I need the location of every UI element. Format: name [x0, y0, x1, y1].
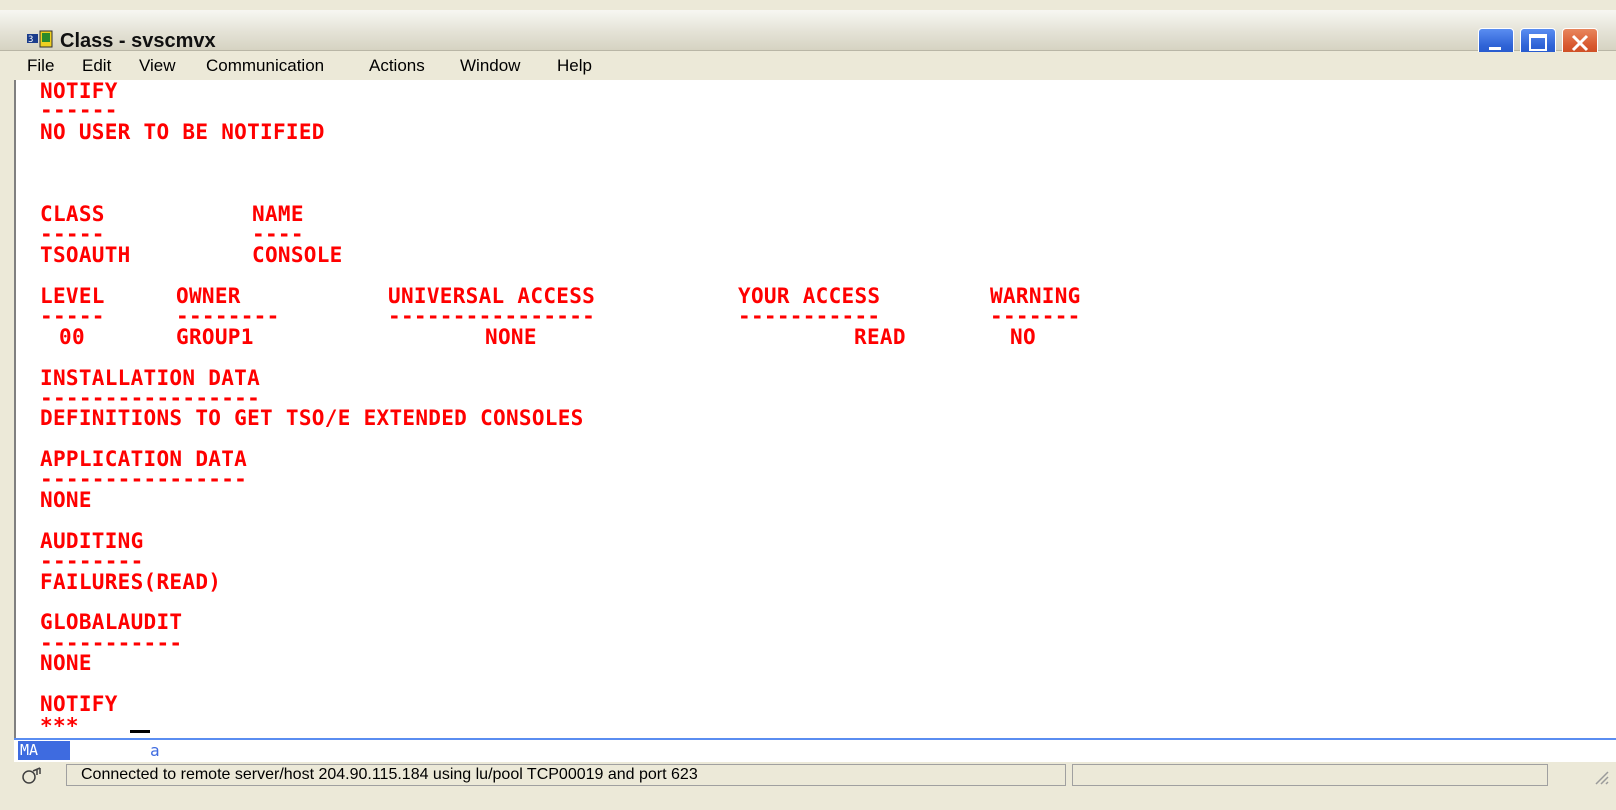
class-value: TSOAUTH	[40, 243, 131, 267]
name-value: CONSOLE	[252, 243, 343, 267]
menu-file[interactable]: File	[27, 56, 54, 76]
menu-communication[interactable]: Communication	[206, 56, 324, 76]
text-cursor	[130, 730, 150, 733]
notify-value: NO USER TO BE NOTIFIED	[40, 120, 325, 144]
owner-value: GROUP1	[176, 325, 254, 349]
terminal-screen[interactable]: NOTIFY ------ NO USER TO BE NOTIFIED CLA…	[14, 79, 1616, 758]
notify-rule: ------	[40, 98, 118, 122]
globalaudit-value: NONE	[40, 651, 92, 675]
installation-data-value: DEFINITIONS TO GET TSO/E EXTENDED CONSOL…	[40, 406, 584, 430]
warning-value: NO	[1010, 325, 1036, 349]
oia-session-indicator: a	[150, 741, 160, 760]
emulator-window: 3 Class - svscmvx File Edit View Communi…	[0, 0, 1616, 810]
connection-icon	[22, 767, 41, 784]
menu-edit[interactable]: Edit	[82, 56, 111, 76]
title-bar[interactable]: 3 Class - svscmvx	[0, 10, 1616, 58]
oia-mode-indicator: MA	[18, 741, 70, 760]
menu-bar: File Edit View Communication Actions Win…	[14, 52, 1616, 80]
menu-view[interactable]: View	[139, 56, 176, 76]
status-bar: Connected to remote server/host 204.90.1…	[14, 762, 1616, 788]
menu-actions[interactable]: Actions	[369, 56, 425, 76]
status-panel-secondary	[1072, 764, 1548, 786]
auditing-value: FAILURES(READ)	[40, 570, 222, 594]
svg-text:3: 3	[28, 35, 33, 45]
operator-information-area: MA a	[14, 738, 1616, 762]
resize-grip-icon[interactable]	[1590, 766, 1610, 786]
connection-status-text: Connected to remote server/host 204.90.1…	[66, 764, 1066, 786]
command-prompt: ***	[40, 714, 79, 738]
universal-access-value: NONE	[485, 325, 537, 349]
notify-bottom-label: NOTIFY	[40, 692, 118, 716]
menu-help[interactable]: Help	[557, 56, 592, 76]
terminal-emulator-icon: 3	[27, 30, 53, 48]
your-access-value: READ	[854, 325, 906, 349]
menu-window[interactable]: Window	[460, 56, 520, 76]
level-value: 00	[59, 325, 85, 349]
window-title: Class - svscmvx	[60, 30, 216, 52]
application-data-value: NONE	[40, 488, 92, 512]
